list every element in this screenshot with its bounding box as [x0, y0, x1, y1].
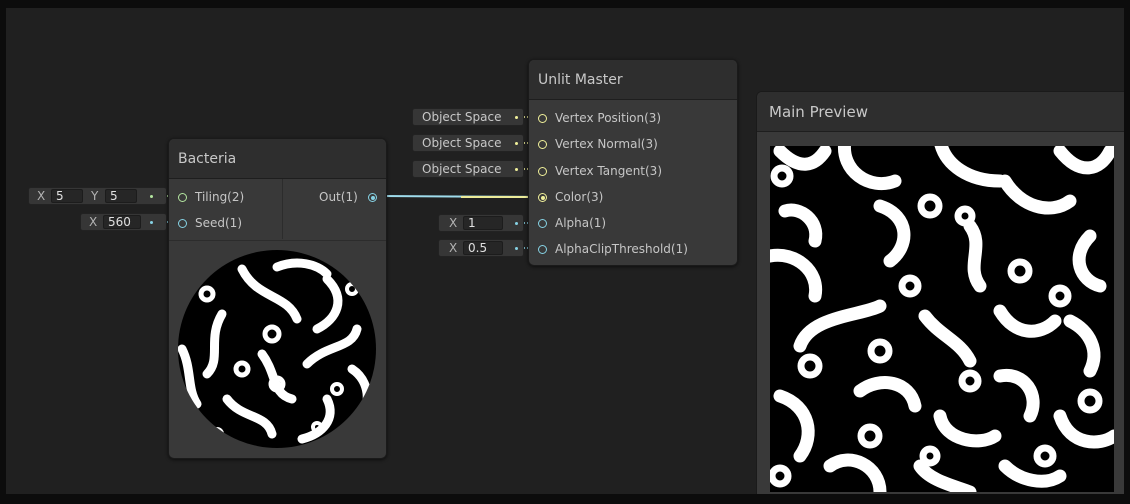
bacteria-pattern-preview: [770, 146, 1114, 492]
tiling-port[interactable]: [178, 193, 187, 202]
bacteria-node-divider: [282, 179, 283, 239]
vertex-normal-label: Vertex Normal(3): [555, 137, 658, 151]
vertex-normal-space-field[interactable]: Object Space: [412, 134, 524, 152]
bacteria-node-title[interactable]: Bacteria: [169, 139, 386, 179]
unlit-master-node[interactable]: Unlit Master Vertex Position(3) Vertex N…: [528, 59, 738, 266]
clip-x-label: X: [449, 241, 458, 255]
clip-connector-dot: [515, 247, 518, 250]
vertex-tangent-port[interactable]: [538, 167, 547, 176]
alpha-label: Alpha(1): [555, 216, 607, 230]
tiling-y-label: Y: [91, 189, 99, 203]
alpha-x-input[interactable]: 1: [463, 216, 503, 230]
unlit-master-title[interactable]: Unlit Master: [529, 60, 737, 100]
main-preview-viewport[interactable]: [770, 146, 1114, 492]
seed-port[interactable]: [178, 219, 187, 228]
tiling-port-label: Tiling(2): [195, 190, 245, 204]
clip-x-input[interactable]: 0.5: [463, 241, 503, 255]
vertex-position-space-field[interactable]: Object Space: [412, 108, 524, 126]
vertex-position-label: Vertex Position(3): [555, 111, 662, 125]
alpha-field: X 1: [438, 214, 524, 232]
vertex-tangent-space-value: Object Space: [422, 162, 502, 176]
alpha-clip-label: AlphaClipThreshold(1): [555, 242, 688, 256]
seed-connector-dot: [150, 221, 153, 224]
bacteria-node-ports-separator: [169, 240, 386, 241]
seed-port-label: Seed(1): [195, 216, 242, 230]
seed-field: X 560: [80, 213, 167, 231]
vertex-position-port[interactable]: [538, 114, 547, 123]
tiling-connector-dot: [150, 195, 153, 198]
alpha-connector-dot: [515, 222, 518, 225]
bacteria-sphere-preview: [178, 250, 376, 448]
graph-canvas[interactable]: X 5 Y 5 X 560 Bacteria Tiling(2) Seed(1)…: [6, 8, 1124, 494]
bacteria-output-out[interactable]: Out(1): [319, 189, 379, 207]
tiling-y-input[interactable]: 5: [105, 189, 137, 203]
vertex-position-space-dot: [515, 116, 518, 119]
bacteria-node-preview: [177, 249, 377, 449]
color-label: Color(3): [555, 190, 604, 204]
vertex-normal-space-value: Object Space: [422, 136, 502, 150]
color-port[interactable]: [538, 193, 547, 202]
alpha-clip-field: X 0.5: [438, 239, 524, 257]
vertex-normal-space-dot: [515, 142, 518, 145]
vertex-position-space-value: Object Space: [422, 110, 502, 124]
alpha-port[interactable]: [538, 219, 547, 228]
out-port-label: Out(1): [319, 190, 358, 204]
alpha-x-label: X: [449, 216, 458, 230]
vertex-tangent-space-field[interactable]: Object Space: [412, 160, 524, 178]
vertex-normal-port[interactable]: [538, 140, 547, 149]
seed-x-input[interactable]: 560: [103, 215, 141, 229]
vertex-tangent-space-dot: [515, 168, 518, 171]
seed-x-label: X: [89, 215, 98, 229]
tiling-x-input[interactable]: 5: [51, 189, 83, 203]
bacteria-node[interactable]: Bacteria Tiling(2) Seed(1) Out(1): [168, 138, 387, 459]
vertex-tangent-label: Vertex Tangent(3): [555, 164, 662, 178]
alpha-clip-port[interactable]: [538, 245, 547, 254]
main-preview-panel[interactable]: Main Preview: [756, 91, 1124, 494]
out-port[interactable]: [368, 193, 377, 202]
tiling-field: X 5 Y 5: [28, 187, 167, 205]
main-preview-title[interactable]: Main Preview: [757, 92, 1124, 132]
tiling-x-label: X: [37, 189, 46, 203]
